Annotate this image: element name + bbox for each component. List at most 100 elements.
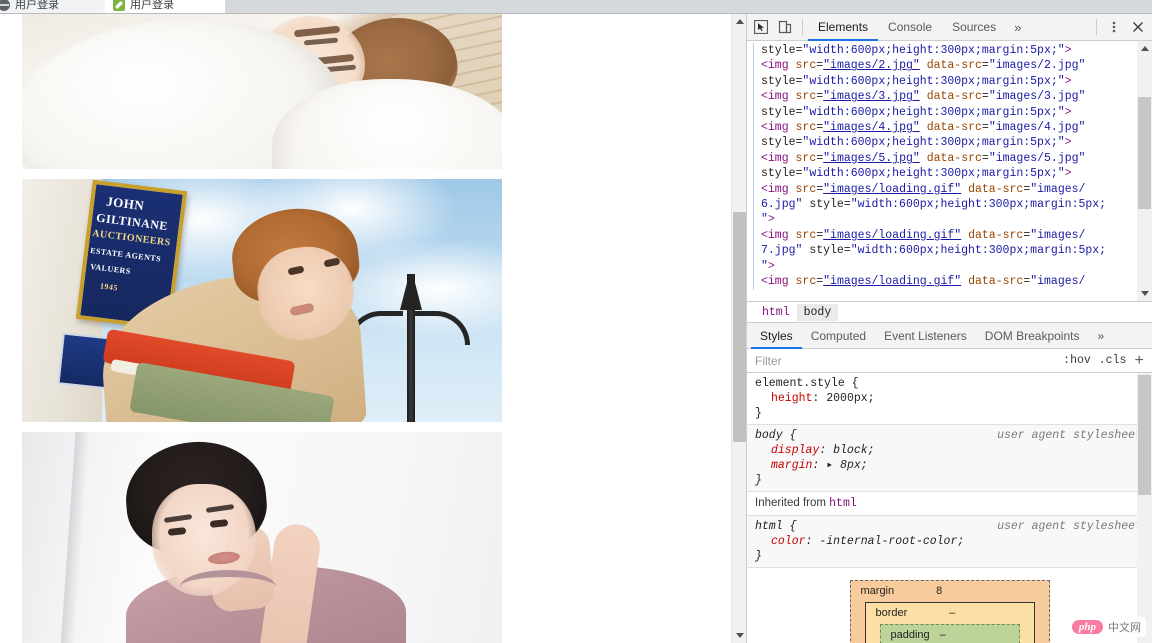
declaration-value[interactable]: -internal-root-color;: [819, 535, 964, 548]
dom-token-link[interactable]: "images/5.jpg": [823, 152, 920, 165]
tab-elements[interactable]: Elements: [808, 14, 878, 41]
dom-token-link[interactable]: "images/loading.gif": [823, 229, 961, 242]
declaration-value[interactable]: ▸ 8px;: [826, 459, 867, 472]
styles-more-tabs-icon[interactable]: »: [1088, 323, 1113, 349]
dom-token-tag: img: [767, 121, 789, 135]
declaration-row[interactable]: display: block;: [755, 443, 1144, 458]
tab-dom-breakpoints[interactable]: DOM Breakpoints: [976, 323, 1089, 349]
dom-tree-scrollbar[interactable]: [1137, 41, 1152, 301]
dom-tree-line[interactable]: 7.jpg" style="width:600px;height:300px;m…: [747, 243, 1137, 259]
hov-toggle[interactable]: :hov: [1063, 354, 1091, 367]
dom-token-plain: [920, 90, 927, 103]
declaration-property[interactable]: color: [755, 535, 806, 548]
dom-tree-line[interactable]: <img src="images/2.jpg" data-src="images…: [747, 58, 1137, 74]
declaration-value[interactable]: 2000px;: [826, 392, 874, 405]
tab-styles[interactable]: Styles: [751, 323, 802, 349]
dom-tree-line[interactable]: <img src="images/5.jpg" data-src="images…: [747, 150, 1137, 167]
breadcrumb-item-body[interactable]: body: [796, 303, 839, 321]
dom-token-attr: data-src: [926, 59, 982, 73]
tab-sources[interactable]: Sources: [942, 14, 1006, 41]
page-vertical-scrollbar[interactable]: [731, 14, 746, 643]
dom-token-tag: img: [767, 59, 789, 73]
dom-scroll-down-icon[interactable]: [1137, 286, 1152, 301]
dom-token-tag: img: [767, 151, 789, 165]
styles-scrollbar-thumb[interactable]: [1138, 375, 1151, 495]
declaration-value[interactable]: block;: [833, 444, 874, 457]
dom-indent-guide: [753, 227, 754, 244]
dom-tree-line[interactable]: style="width:600px;height:300px;margin:5…: [747, 135, 1137, 151]
box-model-padding-label: padding: [890, 629, 930, 641]
declaration-property[interactable]: height: [755, 392, 812, 405]
dom-token-val: ": [761, 259, 768, 273]
sign-line-6: 1945: [99, 281, 119, 293]
rule-element-style[interactable]: element.style { height: 2000px; }: [747, 373, 1152, 425]
php-logo: php: [1071, 620, 1103, 634]
dom-tree-line[interactable]: style="width:600px;height:300px;margin:5…: [747, 73, 1137, 90]
box-model-border-value[interactable]: –: [949, 606, 955, 621]
dom-scroll-up-icon[interactable]: [1137, 41, 1152, 56]
dom-token-link[interactable]: "images/loading.gif": [823, 275, 961, 288]
sign-line-1: JOHN: [105, 193, 146, 214]
browser-tab-1[interactable]: 用户登录: [0, 0, 110, 13]
inspect-element-icon[interactable]: [749, 15, 773, 39]
box-model-padding[interactable]: padding –: [879, 624, 1020, 643]
more-tabs-icon[interactable]: »: [1006, 20, 1029, 35]
cls-toggle[interactable]: .cls: [1099, 354, 1127, 367]
dom-token-link[interactable]: "images/3.jpg": [823, 90, 920, 103]
rule-body-ua[interactable]: user agent stylesheet body { display: bl…: [747, 425, 1152, 492]
dom-token-attr: data-src: [968, 228, 1024, 242]
box-model-border[interactable]: border – padding –: [864, 602, 1035, 643]
dom-tree-line[interactable]: style="width:600px;height:300px;margin:5…: [747, 104, 1137, 121]
box-model-margin-value[interactable]: 8: [936, 584, 942, 599]
styles-filter-input[interactable]: Filter: [755, 354, 1063, 368]
declaration-row[interactable]: color: -internal-root-color;: [755, 534, 1144, 549]
dom-token-plain: [789, 59, 796, 72]
dom-tree-line[interactable]: style="width:600px;height:300px;margin:5…: [747, 43, 1137, 59]
box-model-margin[interactable]: margin 8 border – padding –: [849, 580, 1050, 643]
dom-tree-line[interactable]: <img src="images/loading.gif" data-src="…: [747, 227, 1137, 244]
declaration-property[interactable]: margin: [755, 459, 812, 472]
box-model-padding-value[interactable]: –: [940, 628, 946, 643]
dom-tree-line[interactable]: ">: [747, 258, 1137, 275]
scroll-down-arrow-icon[interactable]: [732, 628, 746, 643]
dom-tree-line[interactable]: <img src="images/3.jpg" data-src="images…: [747, 89, 1137, 105]
declaration-row[interactable]: margin: ▸ 8px;: [755, 458, 1144, 473]
dom-tree-line[interactable]: <img src="images/loading.gif" data-src="…: [747, 274, 1137, 290]
styles-filter-tools: :hov .cls +: [1063, 353, 1152, 369]
dom-token-link[interactable]: "images/4.jpg": [823, 121, 920, 134]
scroll-up-arrow-icon[interactable]: [732, 14, 746, 29]
dom-tree-line[interactable]: <img src="images/4.jpg" data-src="images…: [747, 120, 1137, 136]
dom-token-punct: <: [761, 228, 768, 242]
dom-token-punct: >: [1064, 44, 1072, 57]
dom-token-val: 6.jpg": [761, 198, 803, 212]
tab-event-listeners[interactable]: Event Listeners: [875, 323, 976, 349]
browser-tab-2[interactable]: 用户登录: [105, 0, 225, 13]
tab-console[interactable]: Console: [878, 14, 942, 41]
dom-tree[interactable]: style= "width:600px;height:300px;margin:5…: [747, 41, 1137, 301]
dom-tree-line[interactable]: <img src="images/loading.gif" data-src="…: [747, 181, 1137, 198]
new-style-rule-button[interactable]: +: [1134, 353, 1144, 369]
breadcrumb-item-html[interactable]: html: [755, 304, 797, 321]
devtools-panel: Elements Console Sources » style= "width:…: [746, 14, 1152, 643]
declaration-row[interactable]: height: 2000px;: [755, 391, 1144, 406]
declaration-property[interactable]: display: [755, 444, 819, 457]
dom-token-val: "images/5.jpg": [988, 151, 1086, 165]
dom-token-link[interactable]: "images/loading.gif": [823, 183, 961, 196]
tab-computed[interactable]: Computed: [802, 323, 875, 349]
close-icon[interactable]: [1126, 15, 1150, 39]
dom-token-plain: [789, 121, 796, 134]
rule-html-ua[interactable]: user agent stylesheet html { color: -int…: [747, 516, 1152, 568]
dom-token-link[interactable]: "images/2.jpg": [823, 59, 920, 72]
page-scrollbar-thumb[interactable]: [733, 212, 746, 442]
dom-token-val: "width:600px;height:300px;margin:5px;": [802, 44, 1065, 57]
dom-token-attr: data-src: [926, 90, 982, 104]
dom-tree-line[interactable]: 6.jpg" style="width:600px;height:300px;m…: [747, 197, 1137, 213]
styles-scrollbar[interactable]: [1137, 373, 1152, 643]
dom-scrollbar-thumb[interactable]: [1138, 97, 1151, 209]
dom-tree-line[interactable]: ">: [747, 212, 1137, 228]
dom-token-plain: style=: [761, 105, 803, 119]
kebab-menu-icon[interactable]: [1102, 15, 1126, 39]
device-toolbar-icon[interactable]: [773, 15, 797, 39]
dom-tree-line[interactable]: style="width:600px;height:300px;margin:5…: [747, 166, 1137, 182]
dom-token-punct: >: [1064, 74, 1072, 88]
